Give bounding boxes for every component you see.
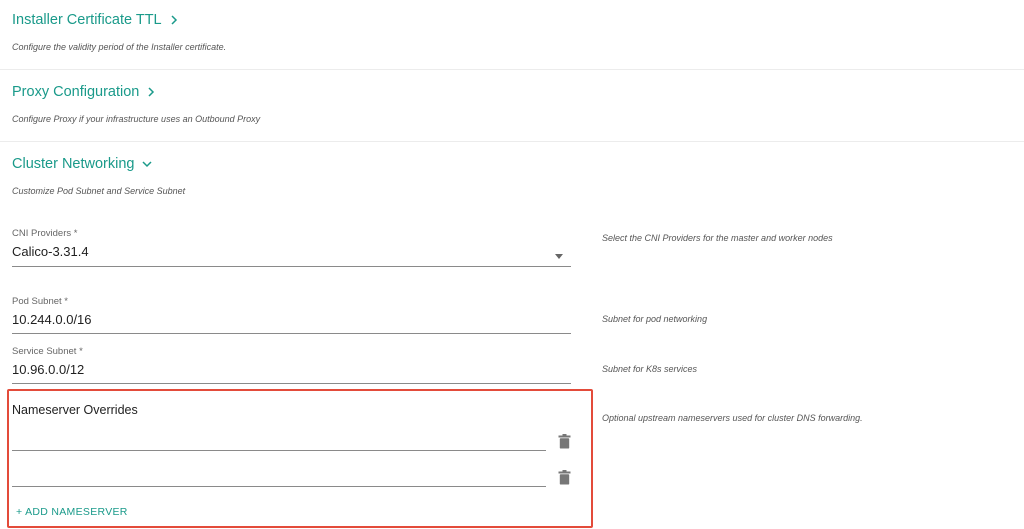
installer-ttl-description: Configure the validity period of the Ins… <box>12 42 227 52</box>
chevron-down-icon <box>141 161 152 168</box>
section-title-proxy[interactable]: Proxy Configuration <box>12 84 157 100</box>
divider <box>0 69 1024 70</box>
pod-subnet-field[interactable]: Pod Subnet * 10.244.0.0/16 <box>12 296 571 336</box>
field-underline <box>12 266 571 267</box>
pod-subnet-value[interactable]: 10.244.0.0/16 <box>12 312 92 327</box>
pod-subnet-help: Subnet for pod networking <box>602 314 708 324</box>
cni-providers-label: CNI Providers * <box>12 228 78 239</box>
divider <box>0 141 1024 142</box>
service-subnet-help: Subnet for K8s services <box>602 364 698 374</box>
cni-providers-help: Select the CNI Providers for the master … <box>602 233 833 243</box>
service-subnet-label: Service Subnet * <box>12 346 83 357</box>
pod-subnet-label: Pod Subnet * <box>12 296 68 307</box>
field-underline <box>12 333 571 334</box>
section-title-cluster-networking[interactable]: Cluster Networking <box>12 156 153 172</box>
add-nameserver-button[interactable]: + ADD NAMESERVER <box>16 506 128 518</box>
nameserver-input-2[interactable] <box>12 486 546 487</box>
cluster-networking-title: Cluster Networking <box>12 156 135 172</box>
proxy-description: Configure Proxy if your infrastructure u… <box>12 114 261 124</box>
nameserver-input-1[interactable] <box>12 450 546 451</box>
chevron-right-icon <box>148 87 155 97</box>
service-subnet-value[interactable]: 10.96.0.0/12 <box>12 362 84 377</box>
nameserver-overrides-title: Nameserver Overrides <box>12 403 138 417</box>
installer-ttl-title: Installer Certificate TTL <box>12 12 162 28</box>
proxy-title: Proxy Configuration <box>12 84 140 100</box>
cluster-networking-description: Customize Pod Subnet and Service Subnet <box>12 186 186 196</box>
cni-providers-value: Calico-3.31.4 <box>12 244 89 259</box>
section-title-installer-ttl[interactable]: Installer Certificate TTL <box>12 12 180 28</box>
chevron-right-icon <box>171 15 177 25</box>
field-underline <box>12 383 571 384</box>
service-subnet-field[interactable]: Service Subnet * 10.96.0.0/12 <box>12 346 571 386</box>
nameserver-overrides-help: Optional upstream nameservers used for c… <box>602 413 863 423</box>
trash-icon[interactable] <box>558 470 571 485</box>
trash-icon[interactable] <box>558 434 571 449</box>
cni-providers-select[interactable]: CNI Providers * Calico-3.31.4 <box>12 228 571 268</box>
dropdown-arrow-icon[interactable] <box>555 254 563 259</box>
